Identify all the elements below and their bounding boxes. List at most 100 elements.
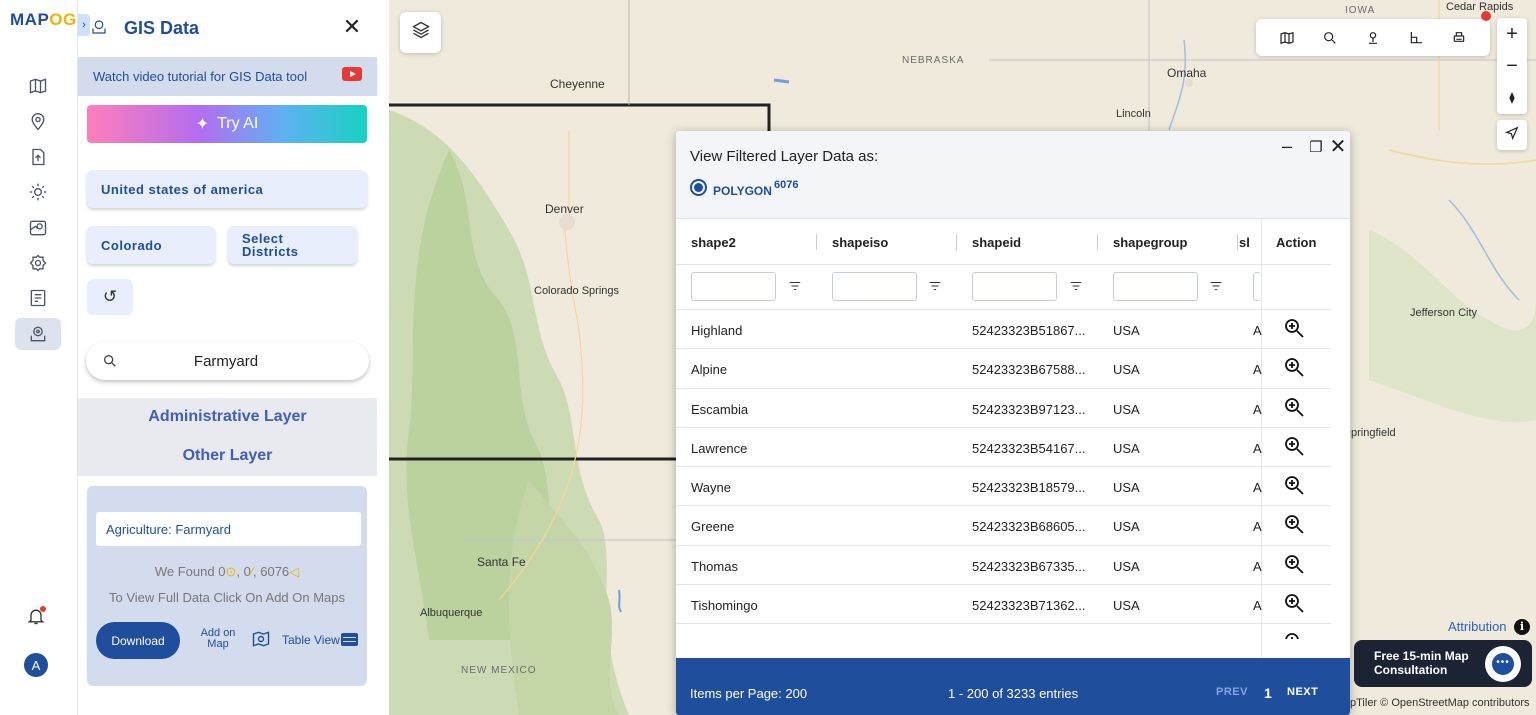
column-header-shapegroup[interactable]: shapegroup [1113, 235, 1187, 250]
filter-icon[interactable] [1069, 279, 1083, 293]
table-icon[interactable] [341, 633, 358, 646]
next-page-button[interactable]: NEXT [1287, 686, 1318, 698]
zoom-in-icon[interactable] [1282, 355, 1308, 381]
map-label-iowa: IOWA [1345, 5, 1376, 16]
collapse-panel-button[interactable]: › [78, 14, 90, 36]
mapog-logo[interactable]: MAPOG [10, 10, 77, 30]
zoom-in-icon[interactable] [1282, 316, 1308, 342]
add-on-map-button[interactable]: Add on Map [195, 628, 241, 650]
filter-input-shapeid[interactable] [972, 272, 1057, 301]
map-pin-icon[interactable] [15, 212, 61, 244]
search-box[interactable] [86, 342, 369, 380]
youtube-icon[interactable] [342, 67, 362, 81]
cell-shapegroup: USA [1113, 401, 1140, 417]
info-icon[interactable]: i [1514, 619, 1530, 635]
administrative-layer-link[interactable]: Administrative Layer [78, 408, 377, 426]
notification-bell-icon[interactable] [26, 606, 48, 628]
table-row[interactable]: Tishomingo 52423323B71362... USA A [676, 584, 1331, 623]
column-header-shape2[interactable]: shape2 [691, 235, 736, 250]
download-button[interactable]: Download [96, 622, 180, 659]
locate-button[interactable] [1497, 120, 1527, 150]
search-icon[interactable] [1321, 29, 1339, 47]
gear-icon[interactable] [15, 176, 61, 208]
column-header-shapeid[interactable]: shapeid [972, 235, 1021, 250]
settings-icon[interactable] [15, 247, 61, 279]
polygon-count: 6076 [774, 179, 799, 191]
filter-input-shapegroup[interactable] [1113, 272, 1198, 301]
table-row-partial[interactable] [676, 623, 1331, 639]
other-layer-link[interactable]: Other Layer [78, 447, 377, 465]
found-lines-count: 0 [243, 564, 251, 579]
map-copyright: pTiler © OpenStreetMap contributors [1350, 697, 1530, 709]
attribution-link[interactable]: Attribution [1448, 619, 1507, 634]
cell-truncated: A [1253, 519, 1262, 535]
gis-data-icon[interactable] [15, 318, 61, 350]
table-row[interactable]: Alpine 52423323B67588... USA A [676, 348, 1331, 387]
consultation-button[interactable]: Free 15-min Map Consultation ••• [1354, 640, 1532, 687]
table-row[interactable]: Lawrence 52423323B54167... USA A [676, 426, 1331, 466]
zoom-in-icon[interactable] [1282, 630, 1308, 639]
filter-input-shape2[interactable] [691, 272, 776, 301]
print-icon[interactable] [1450, 29, 1468, 47]
table-row[interactable]: Greene 52423323B68605... USA A [676, 505, 1331, 544]
video-tutorial-banner[interactable]: Watch video tutorial for GIS Data tool [78, 57, 377, 96]
table-row[interactable]: Wayne 52423323B18579... USA A [676, 466, 1331, 505]
layers-button[interactable] [400, 12, 441, 53]
search-input[interactable] [126, 348, 326, 374]
pin-icon[interactable] [1364, 29, 1382, 47]
measure-icon[interactable] [1407, 29, 1425, 47]
panel-header: › GIS Data ✕ [78, 0, 377, 56]
app-root: NEBRASKA IOWA NEW MEXICO Cheyenne Omaha … [0, 0, 1536, 715]
state-select[interactable]: Colorado [87, 226, 215, 264]
country-select[interactable]: United states of america [87, 170, 367, 208]
reset-icon[interactable]: ↺ [87, 279, 133, 315]
report-icon[interactable] [15, 282, 61, 314]
filter-input-truncated[interactable] [1253, 272, 1261, 301]
table-body[interactable]: Highland 52423323B51867... USA A Alpine 52423… [676, 309, 1331, 639]
zoom-in-icon[interactable] [1282, 591, 1308, 617]
prev-page-button[interactable]: PREV [1216, 686, 1248, 698]
gis-data-icon [90, 18, 108, 36]
zoom-in-icon[interactable] [1282, 512, 1308, 538]
filter-icon[interactable] [1209, 279, 1223, 293]
close-icon[interactable]: ✕ [342, 16, 362, 38]
column-divider[interactable] [956, 234, 957, 250]
current-page[interactable]: 1 [1264, 685, 1272, 701]
zoom-in-icon[interactable] [1282, 395, 1308, 421]
table-view-button[interactable]: Table View [282, 633, 340, 647]
upload-icon[interactable] [15, 141, 61, 173]
avatar[interactable]: A [24, 653, 48, 677]
zoom-in-icon[interactable] [1282, 434, 1308, 460]
filter-icon[interactable] [928, 279, 942, 293]
cell-shapegroup: USA [1113, 480, 1140, 496]
close-badge-icon[interactable] [1481, 11, 1491, 21]
table-row[interactable]: Thomas 52423323B67335... USA A [676, 544, 1331, 584]
filter-icon[interactable] [788, 279, 802, 293]
map-search-icon[interactable] [251, 629, 273, 651]
column-header-shapeiso[interactable]: shapeiso [832, 235, 888, 250]
column-divider[interactable] [1097, 234, 1098, 250]
column-divider[interactable] [1237, 234, 1238, 250]
maximize-icon[interactable]: ❐ [1306, 138, 1326, 156]
table-row[interactable]: Highland 52423323B51867... USA A [676, 309, 1331, 348]
zoom-in-icon[interactable] [1282, 552, 1308, 578]
try-ai-button[interactable]: ✦ Try AI [87, 105, 367, 143]
polygon-radio[interactable] [690, 179, 707, 196]
district-select[interactable]: Select Districts [228, 226, 357, 264]
filter-input-shapeiso[interactable] [832, 272, 917, 301]
chat-icon[interactable]: ••• [1485, 646, 1521, 682]
minimize-icon[interactable]: – [1277, 136, 1297, 157]
map-icon[interactable] [15, 70, 61, 102]
zoom-in-icon[interactable] [1282, 473, 1308, 499]
map-view-icon[interactable] [1278, 29, 1296, 47]
location-pin-icon[interactable] [15, 106, 61, 138]
zoom-out-button[interactable]: − [1497, 50, 1527, 82]
close-icon[interactable]: ✕ [1328, 134, 1348, 159]
cell-shape2: Escambia [691, 401, 749, 417]
table-row[interactable]: Escambia 52423323B97123... USA A [676, 387, 1331, 427]
column-header-truncated[interactable]: sl [1239, 235, 1255, 250]
column-divider[interactable] [816, 234, 817, 250]
zoom-in-button[interactable]: + [1497, 18, 1527, 50]
items-per-page[interactable]: Items per Page: 200 [690, 686, 807, 701]
compass-icon[interactable] [1497, 82, 1527, 114]
